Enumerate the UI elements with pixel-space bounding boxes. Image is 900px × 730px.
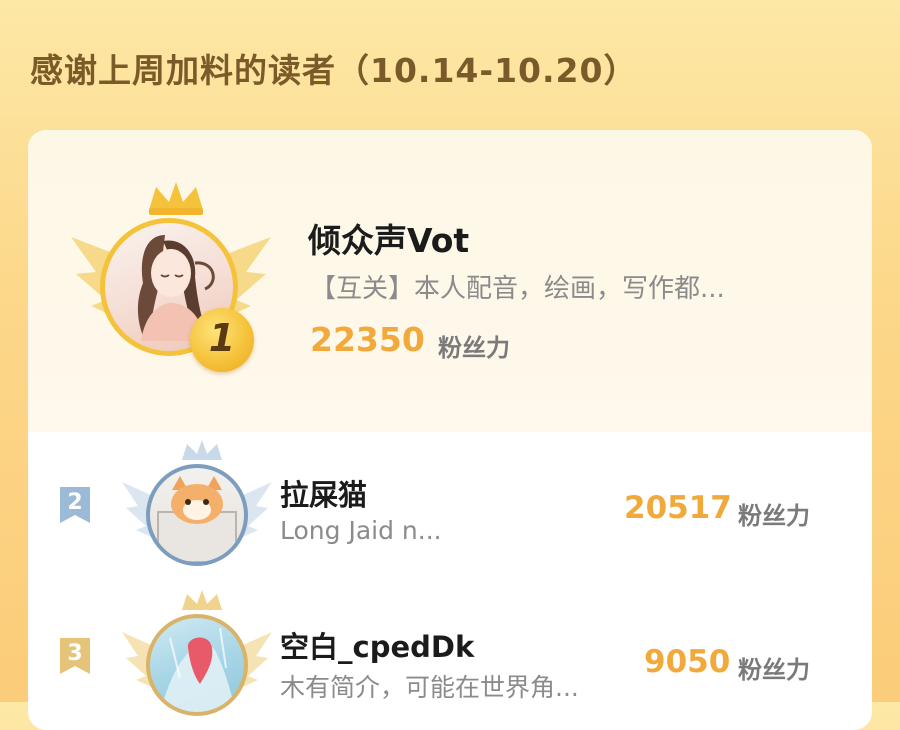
reader-name[interactable]: 倾众声Vot [308, 214, 469, 262]
fan-power-label: 粉丝力 [738, 656, 810, 684]
fan-power-score: 9050 [644, 644, 731, 680]
reader-ranking-card: 1 倾众声Vot 【互关】本人配音，绘画，写作都... 22350 粉丝力 2 [28, 130, 872, 730]
rank-number: 2 [67, 490, 83, 515]
fan-power-label: 粉丝力 [738, 502, 810, 530]
reader-description: Long Jaid n... [280, 516, 442, 545]
avatar-illustration [160, 627, 236, 712]
top-reader-section[interactable]: 1 倾众声Vot 【互关】本人配音，绘画，写作都... 22350 粉丝力 [28, 130, 872, 432]
reader-name[interactable]: 空白_cpedDk [280, 624, 474, 666]
fan-power-score: 20517 [624, 490, 732, 526]
fan-power-label: 粉丝力 [438, 334, 510, 362]
avatar[interactable] [146, 464, 248, 566]
rank-1-medal-icon: 1 [190, 308, 254, 372]
reader-description: 【互关】本人配音，绘画，写作都... [310, 274, 725, 304]
rank-number: 3 [67, 641, 83, 666]
fan-power-score: 22350 [310, 320, 425, 359]
list-item[interactable]: 3 空白_cpedDk 木有简介，可能在世界角... 9050 粉丝力 [28, 582, 872, 730]
list-item[interactable]: 2 拉屎猫 Long Jaid n... 20517 粉丝力 [28, 432, 872, 582]
page-title: 感谢上周加料的读者（10.14-10.20） [30, 51, 638, 90]
reader-description: 木有简介，可能在世界角... [280, 673, 579, 702]
avatar[interactable] [146, 614, 248, 716]
avatar-illustration [157, 476, 237, 562]
reader-name[interactable]: 拉屎猫 [280, 472, 367, 514]
